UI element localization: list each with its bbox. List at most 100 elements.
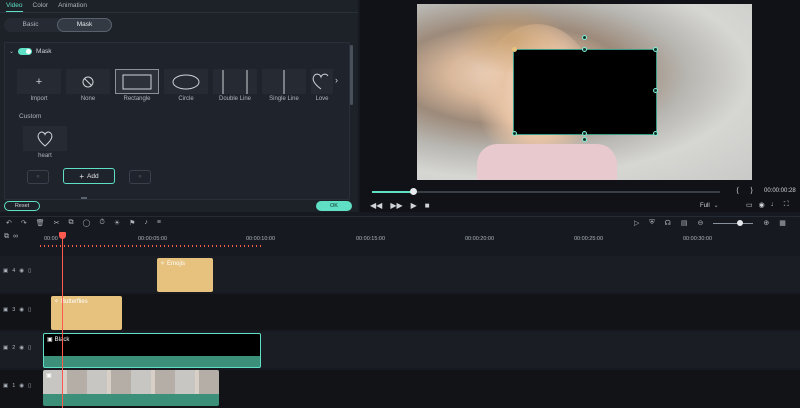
mask-handle[interactable]: [512, 47, 517, 52]
ruler-tick: 00:00:30:00: [683, 236, 713, 242]
panel-scrollbar[interactable]: [350, 45, 353, 105]
render-icon[interactable]: ▷: [634, 219, 639, 227]
preview-progress-track[interactable]: [372, 191, 720, 193]
eye-icon[interactable]: ◉: [19, 383, 24, 389]
mask-item-label: Rectangle: [123, 96, 151, 102]
zoom-knob[interactable]: [737, 219, 744, 226]
double-line-icon: [222, 69, 248, 94]
prev-button[interactable]: «: [27, 170, 49, 184]
clip-thumbnail-strip: [43, 370, 219, 394]
cut-icon[interactable]: ✂: [54, 219, 60, 227]
circle-icon: [172, 74, 200, 89]
track-tools: ⧉ ∞: [0, 233, 18, 241]
audio-icon[interactable]: ♪: [144, 219, 148, 227]
link-icon[interactable]: ∞: [13, 233, 18, 241]
playhead-handle[interactable]: [59, 232, 66, 239]
lock-icon[interactable]: ▯: [28, 307, 31, 313]
fit-icon[interactable]: ▦: [779, 219, 786, 227]
reset-button[interactable]: Reset: [4, 201, 40, 211]
sticker-icon: ✧: [160, 261, 166, 267]
monitor-icon[interactable]: ▭: [746, 201, 753, 209]
mask-item-label: Single Line: [269, 96, 299, 102]
camera-icon[interactable]: ◉: [759, 201, 765, 209]
mask-rotate-handle[interactable]: [582, 35, 587, 40]
mic-icon[interactable]: ☊: [665, 219, 671, 227]
subtab-mask[interactable]: Mask: [57, 18, 112, 32]
mask-item-rectangle[interactable]: Rectangle: [115, 69, 159, 103]
add-track-icon[interactable]: ⧉: [4, 233, 9, 241]
next-button[interactable]: »: [129, 170, 151, 184]
play-icon[interactable]: ▶: [411, 201, 417, 210]
track-number: 1: [12, 383, 16, 389]
redo-icon[interactable]: ↷: [21, 219, 27, 227]
color-icon[interactable]: ☀: [114, 219, 120, 227]
mask-item-circle[interactable]: Circle: [164, 69, 208, 103]
shield-icon[interactable]: ⛨: [649, 219, 654, 227]
lock-icon[interactable]: ▯: [28, 383, 31, 389]
lock-icon[interactable]: ▯: [28, 345, 31, 351]
mask-item-double-line[interactable]: Double Line: [213, 69, 257, 103]
quality-select[interactable]: Full ⌄: [700, 202, 719, 210]
volume-icon[interactable]: ♩: [771, 201, 778, 209]
mask-item-none[interactable]: None: [66, 69, 110, 103]
mask-handle[interactable]: [653, 88, 658, 93]
heart-icon: [37, 131, 53, 147]
fullscreen-icon[interactable]: ⛶: [784, 201, 789, 209]
chevron-right-icon[interactable]: ›: [335, 75, 338, 85]
mask-handle[interactable]: [653, 47, 658, 52]
play-back-icon[interactable]: ▶▶: [390, 201, 402, 210]
adjust-icon[interactable]: ≡: [157, 219, 161, 227]
tab-animation[interactable]: Animation: [58, 2, 87, 12]
eye-icon[interactable]: ◉: [19, 307, 24, 313]
zoom-in-icon[interactable]: ⊕: [763, 219, 769, 227]
mask-handle[interactable]: [653, 131, 658, 136]
lock-icon[interactable]: ▯: [28, 268, 31, 274]
zoom-slider[interactable]: [713, 219, 754, 226]
ok-button[interactable]: OK: [316, 201, 352, 211]
eye-icon[interactable]: ◉: [19, 345, 24, 351]
layers-icon[interactable]: ▤: [681, 219, 688, 227]
add-mask-button[interactable]: + Add: [63, 168, 115, 184]
mask-rotate-handle[interactable]: [582, 137, 587, 142]
speed-icon[interactable]: ◯: [83, 219, 91, 227]
mask-item-single-line[interactable]: Single Line: [262, 69, 306, 103]
timer-icon[interactable]: ⏱: [99, 219, 104, 227]
clip-video[interactable]: ▣: [43, 370, 219, 406]
undo-icon[interactable]: ↶: [6, 219, 12, 227]
mask-shape-overlay[interactable]: [513, 49, 657, 135]
mask-item-label: Circle: [178, 96, 194, 102]
mask-item-heart[interactable]: heart: [23, 126, 67, 160]
chevron-down-icon[interactable]: ⌄: [9, 48, 14, 55]
clip-black[interactable]: ▣Black: [43, 333, 261, 368]
mask-handle[interactable]: [512, 131, 517, 136]
plus-icon: +: [79, 171, 85, 181]
stop-icon[interactable]: ■: [425, 201, 430, 210]
mark-out-icon[interactable]: ⟩: [750, 186, 753, 195]
double-chevron-left-icon: «: [36, 174, 40, 180]
mask-item-love[interactable]: Love: [311, 69, 333, 103]
zoom-out-icon[interactable]: ⊖: [697, 219, 703, 227]
subtab-basic[interactable]: Basic: [4, 18, 57, 32]
preview-progress-knob[interactable]: [410, 188, 417, 195]
marker-icon[interactable]: ⚑: [129, 219, 135, 227]
tab-color[interactable]: Color: [33, 2, 49, 12]
mark-in-icon[interactable]: ⟨: [736, 186, 739, 195]
subtab-switcher: Basic Mask: [4, 18, 112, 32]
mask-header: ⌄ Mask: [9, 48, 52, 55]
tab-video[interactable]: Video: [6, 2, 23, 12]
mask-handle[interactable]: [582, 47, 587, 52]
clip-emojis[interactable]: ✧ Emojis: [157, 258, 213, 292]
track-type-icon: ▣: [3, 345, 9, 351]
clip-label: Emojis: [167, 260, 186, 267]
eye-icon[interactable]: ◉: [19, 268, 24, 274]
chevron-down-icon: ⌄: [713, 203, 719, 209]
delete-icon[interactable]: 🗑: [36, 219, 45, 227]
ruler-tick: 00:00:05:00: [138, 236, 168, 242]
mask-toggle[interactable]: [18, 48, 33, 55]
mask-item-import[interactable]: + Import: [17, 69, 61, 103]
step-back-icon[interactable]: ◀◀: [370, 201, 382, 210]
mask-handle[interactable]: [582, 131, 587, 136]
crop-icon[interactable]: ⧉: [69, 219, 74, 227]
render-bar: [40, 245, 262, 247]
playhead-line[interactable]: [62, 234, 63, 408]
